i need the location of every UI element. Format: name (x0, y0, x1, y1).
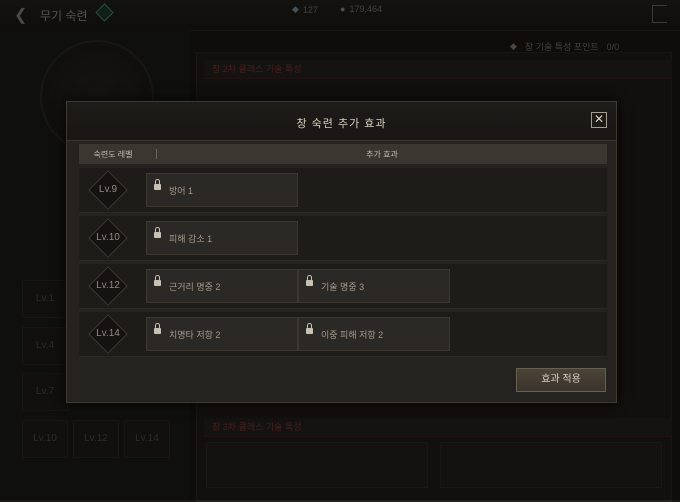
effect-label: 기술 명중 3 (321, 282, 365, 292)
effect-label: 이중 피해 저항 2 (321, 330, 384, 340)
close-button[interactable]: ✕ (591, 112, 607, 128)
effect-cell[interactable]: 피해 감소 1 (146, 221, 298, 255)
table-row: Lv.14 치명타 저항 2 이중 피해 저항 2 (79, 312, 607, 357)
lock-icon (154, 275, 161, 286)
close-icon: ✕ (593, 112, 605, 126)
level-badge: Lv.10 (88, 218, 128, 258)
table-row: Lv.12 근거리 명중 2 기술 명중 3 (79, 264, 607, 309)
mastery-bonus-dialog: 창 숙련 추가 효과 ✕ 숙련도 레벨 추가 효과 Lv.9 방어 1 Lv.1… (66, 101, 617, 403)
lock-icon (154, 323, 161, 334)
effect-label: 피해 감소 1 (169, 234, 213, 244)
effect-cell[interactable]: 치명타 저항 2 (146, 317, 298, 351)
level-badge: Lv.14 (88, 314, 128, 354)
effect-cell[interactable]: 이중 피해 저항 2 (298, 317, 450, 351)
effect-cell[interactable]: 기술 명중 3 (298, 269, 450, 303)
table-row: Lv.9 방어 1 (79, 168, 607, 213)
effect-cell[interactable]: 방어 1 (146, 173, 298, 207)
effect-cell[interactable]: 근거리 명중 2 (146, 269, 298, 303)
effect-label: 방어 1 (169, 186, 194, 196)
lock-icon (306, 323, 313, 334)
lock-icon (154, 179, 161, 190)
col-level-header: 숙련도 레벨 (93, 150, 133, 159)
lock-icon (154, 227, 161, 238)
lock-icon (306, 275, 313, 286)
level-badge: Lv.9 (88, 170, 128, 210)
table-row: Lv.10 피해 감소 1 (79, 216, 607, 261)
apply-effect-button[interactable]: 효과 적용 (516, 368, 606, 392)
dialog-title: 창 숙련 추가 효과 (296, 118, 387, 130)
col-effect-header: 추가 효과 (366, 150, 398, 159)
table-header: 숙련도 레벨 추가 효과 (79, 144, 607, 164)
level-badge: Lv.12 (88, 266, 128, 306)
effect-label: 근거리 명중 2 (169, 282, 221, 292)
effect-label: 치명타 저항 2 (169, 330, 221, 340)
